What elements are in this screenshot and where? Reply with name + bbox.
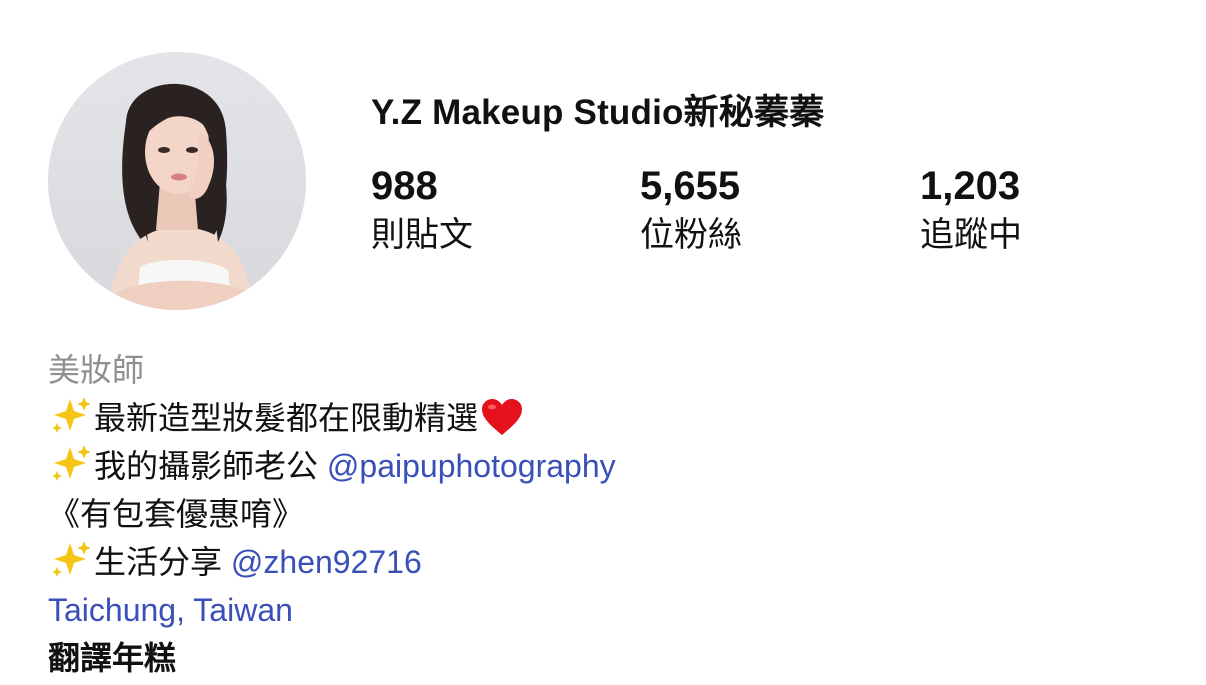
translate-link[interactable]: 翻譯年糕 — [48, 634, 1188, 682]
red-heart-icon — [482, 399, 523, 435]
posts-label: 則貼文 — [371, 216, 473, 254]
bio-line-text: 生活分享 — [94, 544, 231, 580]
sparkles-icon — [52, 541, 91, 577]
profile-category: 美妝師 — [48, 352, 145, 388]
profile-bio: 美妝師 最新造型妝髮都在限動精選 我的攝影師老公 @paipuphotograp… — [48, 346, 1188, 682]
bio-line: 我的攝影師老公 @paipuphotography — [48, 442, 1188, 490]
followers-count: 5,655 — [640, 164, 741, 208]
sparkles-icon — [52, 445, 91, 481]
sparkles-icon — [52, 397, 91, 433]
stat-posts[interactable]: 988 則貼文 — [371, 163, 473, 257]
profile-photo-icon — [48, 52, 306, 310]
bio-line-text: 最新造型妝髮都在限動精選 — [94, 400, 479, 436]
posts-count: 988 — [371, 164, 438, 208]
mention-link[interactable]: @paipuphotography — [327, 448, 616, 484]
following-label: 追蹤中 — [920, 216, 1022, 254]
followers-label: 位粉絲 — [640, 216, 742, 254]
bio-line: 《有包套優惠唷》 — [48, 490, 1188, 538]
bio-line: 生活分享 @zhen92716 — [48, 538, 1188, 586]
bio-line-text: 我的攝影師老公 — [94, 448, 327, 484]
location-link[interactable]: Taichung, Taiwan — [48, 586, 1188, 634]
following-count: 1,203 — [920, 164, 1021, 208]
bio-line: 最新造型妝髮都在限動精選 — [48, 394, 1188, 442]
bio-line-text: 《有包套優惠唷》 — [48, 496, 305, 532]
stat-following[interactable]: 1,203 追蹤中 — [920, 163, 1022, 257]
mention-link[interactable]: @zhen92716 — [231, 544, 422, 580]
stat-followers[interactable]: 5,655 位粉絲 — [640, 163, 742, 257]
profile-username: Y.Z Makeup Studio新秘蓁蓁 — [371, 93, 825, 132]
profile-avatar[interactable] — [48, 52, 306, 310]
